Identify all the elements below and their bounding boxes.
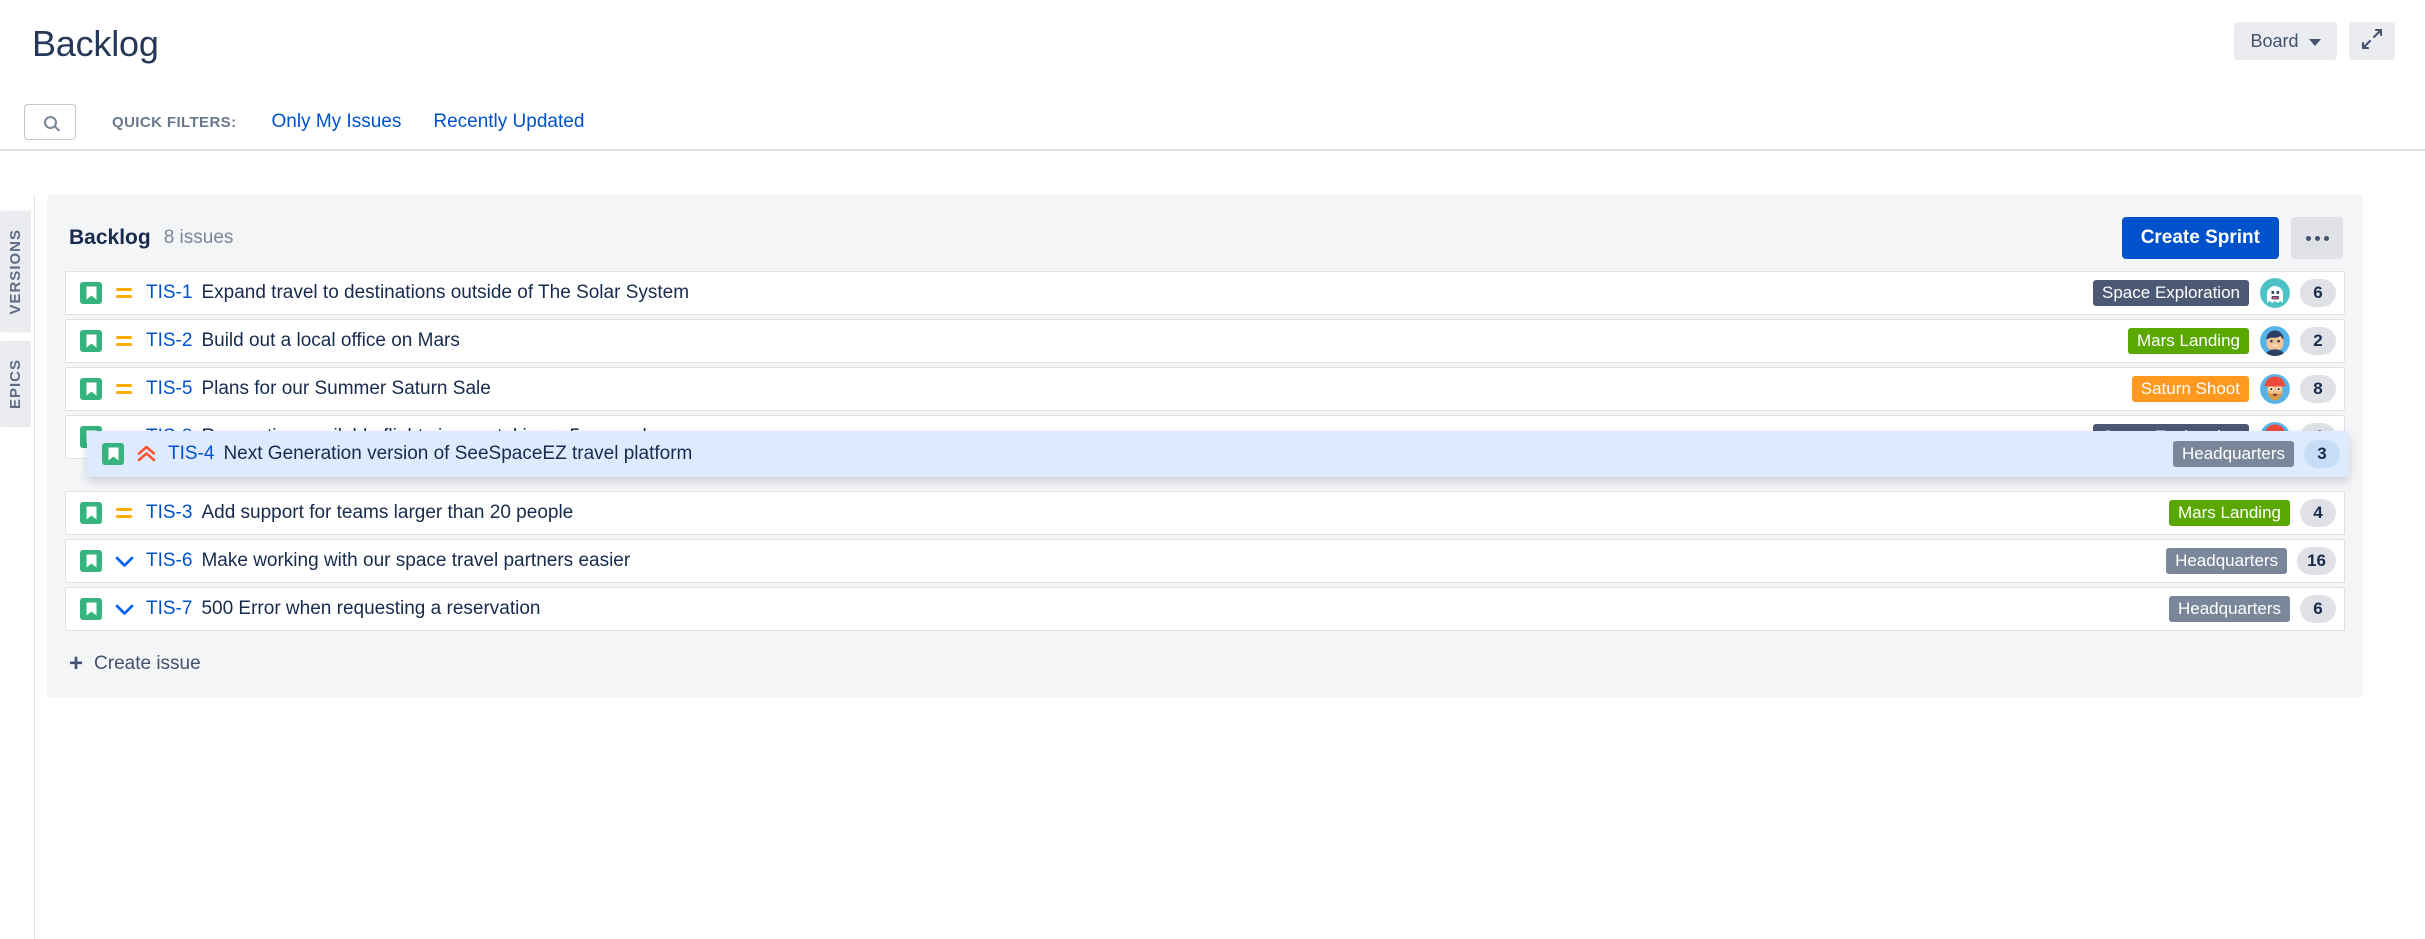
epic-badge[interactable]: Headquarters <box>2172 441 2294 467</box>
ghost-avatar <box>2260 278 2290 308</box>
dragged-issue-row[interactable]: TIS-4 Next Generation version of SeeSpace… <box>87 431 2349 477</box>
quick-filter-recently-updated[interactable]: Recently Updated <box>433 111 584 133</box>
story-points-badge: 6 <box>2300 595 2336 623</box>
issue-row[interactable]: TIS-6 Make working with our space travel … <box>65 539 2345 583</box>
expand-fullscreen-button[interactable] <box>2349 22 2395 60</box>
quick-filters-label: QUICK FILTERS: <box>112 113 237 131</box>
board-dropdown-label: Board <box>2250 30 2299 51</box>
story-icon <box>80 330 102 352</box>
issue-row[interactable]: TIS-7 500 Error when requesting a reserva… <box>65 587 2345 631</box>
board-dropdown-button[interactable]: Board <box>2234 22 2337 60</box>
body: VERSIONS EPICS Backlog 8 issues Create S… <box>0 195 2425 939</box>
priority-medium-icon <box>114 506 134 520</box>
story-points-badge: 16 <box>2297 547 2336 575</box>
issue-summary: Plans for our Summer Saturn Sale <box>201 378 491 399</box>
create-issue-label: Create issue <box>94 653 201 674</box>
ellipsis-icon <box>2305 235 2311 241</box>
priority-medium-icon <box>114 334 134 348</box>
issue-row[interactable]: TIS-1 Expand travel to destinations outsi… <box>65 271 2345 315</box>
issue-summary: Expand travel to destinations outside of… <box>201 282 690 303</box>
story-icon <box>102 443 124 465</box>
backlog-more-button[interactable] <box>2291 217 2343 259</box>
side-tabs: VERSIONS EPICS <box>0 211 34 435</box>
issue-key-link[interactable]: TIS-7 <box>146 598 192 620</box>
priority-low-icon <box>114 555 134 568</box>
dark-hair-avatar <box>2260 326 2290 356</box>
story-points-badge: 6 <box>2300 279 2336 307</box>
epic-badge[interactable]: Saturn Shoot <box>2131 376 2249 402</box>
epic-badge[interactable]: Space Exploration <box>2093 280 2249 306</box>
story-icon <box>80 502 102 524</box>
create-issue-button[interactable]: + Create issue <box>65 650 201 677</box>
story-icon <box>80 282 102 304</box>
epic-badge[interactable]: Mars Landing <box>2127 328 2249 354</box>
issue-key-link[interactable]: TIS-6 <box>146 550 192 572</box>
content-area: Backlog 8 issues Create Sprint TIS-1 Expa… <box>34 195 2425 939</box>
issue-summary: Make working with our space travel partn… <box>201 550 631 571</box>
story-points-badge: 8 <box>2300 375 2336 403</box>
issue-key-link[interactable]: TIS-2 <box>146 330 192 352</box>
side-tab-versions[interactable]: VERSIONS <box>0 211 31 333</box>
search-input[interactable] <box>24 104 76 140</box>
backlog-panel: Backlog 8 issues Create Sprint TIS-1 Expa… <box>47 195 2363 697</box>
backlog-title: Backlog <box>69 226 151 249</box>
priority-high-icon <box>136 446 156 462</box>
story-icon <box>80 378 102 400</box>
issue-key-link[interactable]: TIS-3 <box>146 502 192 524</box>
epic-badge[interactable]: Headquarters <box>2168 596 2290 622</box>
issue-row[interactable]: TIS-5 Plans for our Summer Saturn Sale Sat… <box>65 367 2345 411</box>
issue-row[interactable]: TIS-3 Add support for teams larger than 2… <box>65 491 2345 535</box>
quick-filter-only-my-issues[interactable]: Only My Issues <box>271 111 401 133</box>
backlog-issue-count: 8 issues <box>163 227 234 248</box>
ellipsis-icon <box>2314 235 2320 241</box>
quick-filter-bar: QUICK FILTERS: Only My Issues Recently U… <box>0 95 2425 151</box>
expand-fullscreen-icon <box>2361 28 2383 54</box>
issue-summary: Next Generation version of SeeSpaceEZ tr… <box>223 443 693 464</box>
page-header: Backlog Board <box>0 0 2425 95</box>
issue-summary: Add support for teams larger than 20 peo… <box>201 502 574 523</box>
issue-row[interactable]: TIS-2 Build out a local office on Mars Mar… <box>65 319 2345 363</box>
issue-key-link[interactable]: TIS-4 <box>168 443 214 465</box>
ellipsis-icon <box>2323 235 2329 241</box>
priority-medium-icon <box>114 286 134 300</box>
backlog-panel-header: Backlog 8 issues Create Sprint <box>65 205 2345 271</box>
issue-summary: Build out a local office on Mars <box>201 330 460 351</box>
chevron-down-icon <box>2308 38 2321 46</box>
create-sprint-button[interactable]: Create Sprint <box>2121 217 2279 259</box>
issue-key-link[interactable]: TIS-1 <box>146 282 192 304</box>
page-title: Backlog <box>32 23 159 64</box>
issue-summary: 500 Error when requesting a reservation <box>201 598 541 619</box>
story-points-badge: 3 <box>2304 440 2340 468</box>
story-points-badge: 4 <box>2300 499 2336 527</box>
search-icon <box>43 115 57 129</box>
side-tab-epics[interactable]: EPICS <box>0 340 31 427</box>
red-hat-avatar <box>2260 374 2290 404</box>
story-icon <box>80 550 102 572</box>
issue-key-link[interactable]: TIS-5 <box>146 378 192 400</box>
priority-medium-icon <box>114 382 134 396</box>
epic-badge[interactable]: Mars Landing <box>2168 500 2290 526</box>
story-icon <box>80 598 102 620</box>
story-points-badge: 2 <box>2300 327 2336 355</box>
priority-low-icon <box>114 603 134 616</box>
plus-icon: + <box>69 650 84 677</box>
header-actions: Board <box>2234 22 2395 60</box>
epic-badge[interactable]: Headquarters <box>2166 548 2288 574</box>
issue-list: TIS-1 Expand travel to destinations outsi… <box>65 271 2349 631</box>
